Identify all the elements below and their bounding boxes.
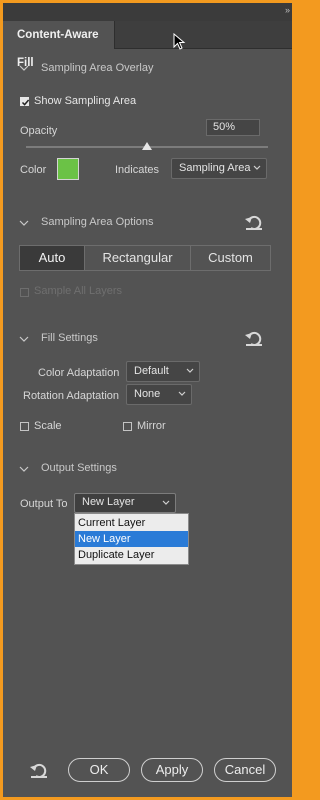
- indicates-label: Indicates: [115, 164, 160, 176]
- section-header-fill-settings: Fill Settings: [41, 332, 98, 344]
- output-to-dropdown[interactable]: New Layer: [74, 493, 176, 513]
- scale-checkbox[interactable]: [20, 422, 29, 431]
- scale-label: Scale: [34, 420, 62, 432]
- mirror-label: Mirror: [137, 420, 166, 432]
- indicates-dropdown[interactable]: Sampling Area: [171, 158, 267, 179]
- color-adaptation-label: Color Adaptation: [38, 367, 120, 379]
- sampling-mode-auto-button[interactable]: Auto: [20, 246, 84, 270]
- reset-icon[interactable]: [244, 329, 264, 347]
- section-header-sampling-overlay: Sampling Area Overlay: [41, 62, 154, 74]
- chevron-down-icon[interactable]: [19, 65, 29, 72]
- sampling-mode-custom-button[interactable]: Custom: [190, 246, 270, 270]
- color-adaptation-value: Default: [134, 365, 169, 377]
- chevron-down-icon: [186, 368, 194, 373]
- apply-button[interactable]: Apply: [141, 758, 203, 782]
- chevron-down-icon: [162, 500, 170, 505]
- menu-item-duplicate-layer[interactable]: Duplicate Layer: [75, 547, 188, 563]
- cancel-button[interactable]: Cancel: [214, 758, 276, 782]
- opacity-input[interactable]: 50%: [206, 119, 260, 136]
- chevron-down-icon[interactable]: [19, 466, 29, 473]
- opacity-slider-thumb[interactable]: [142, 142, 152, 150]
- overlay-color-swatch[interactable]: [57, 158, 79, 180]
- color-label: Color: [20, 164, 47, 176]
- tab-row: Content-Aware Fill: [3, 21, 292, 69]
- indicates-dropdown-value: Sampling Area: [179, 162, 251, 174]
- show-sampling-area-checkbox[interactable]: [20, 97, 30, 106]
- rotation-adaptation-dropdown[interactable]: None: [126, 384, 192, 405]
- sampling-mode-segmented-control: Auto Rectangular Custom: [19, 245, 271, 271]
- reset-icon[interactable]: [29, 761, 49, 779]
- collapse-panel-icon[interactable]: »: [285, 5, 290, 15]
- chevron-down-icon[interactable]: [19, 220, 29, 227]
- sample-all-layers-label: Sample All Layers: [34, 285, 123, 297]
- section-header-output-settings: Output Settings: [41, 462, 117, 474]
- mouse-cursor-icon: [173, 33, 186, 50]
- chevron-down-icon[interactable]: [19, 336, 29, 343]
- show-sampling-area-label: Show Sampling Area: [34, 95, 137, 107]
- sample-all-layers-checkbox[interactable]: [20, 288, 29, 297]
- output-to-value: New Layer: [82, 496, 135, 508]
- panel-title-bar: »: [3, 3, 292, 21]
- output-to-menu: Current Layer New Layer Duplicate Layer: [74, 513, 189, 565]
- reset-icon[interactable]: [244, 213, 264, 231]
- content-aware-fill-panel: » Content-Aware Fill Sampling Area Overl…: [3, 3, 292, 797]
- section-header-sampling-options: Sampling Area Options: [41, 216, 154, 228]
- color-adaptation-dropdown[interactable]: Default: [126, 361, 200, 382]
- chevron-down-icon: [253, 165, 261, 170]
- sampling-mode-rectangular-button[interactable]: Rectangular: [84, 246, 190, 270]
- output-to-label: Output To: [20, 498, 68, 510]
- chevron-down-icon: [178, 391, 186, 396]
- opacity-label: Opacity: [20, 125, 58, 137]
- ok-button[interactable]: OK: [68, 758, 130, 782]
- mirror-checkbox[interactable]: [123, 422, 132, 431]
- menu-item-new-layer[interactable]: New Layer: [75, 531, 188, 547]
- rotation-adaptation-label: Rotation Adaptation: [23, 390, 120, 402]
- menu-item-current-layer[interactable]: Current Layer: [75, 515, 188, 531]
- rotation-adaptation-value: None: [134, 388, 161, 400]
- tab-content-aware-fill[interactable]: Content-Aware Fill: [3, 21, 115, 69]
- checkmark-icon: [21, 99, 30, 106]
